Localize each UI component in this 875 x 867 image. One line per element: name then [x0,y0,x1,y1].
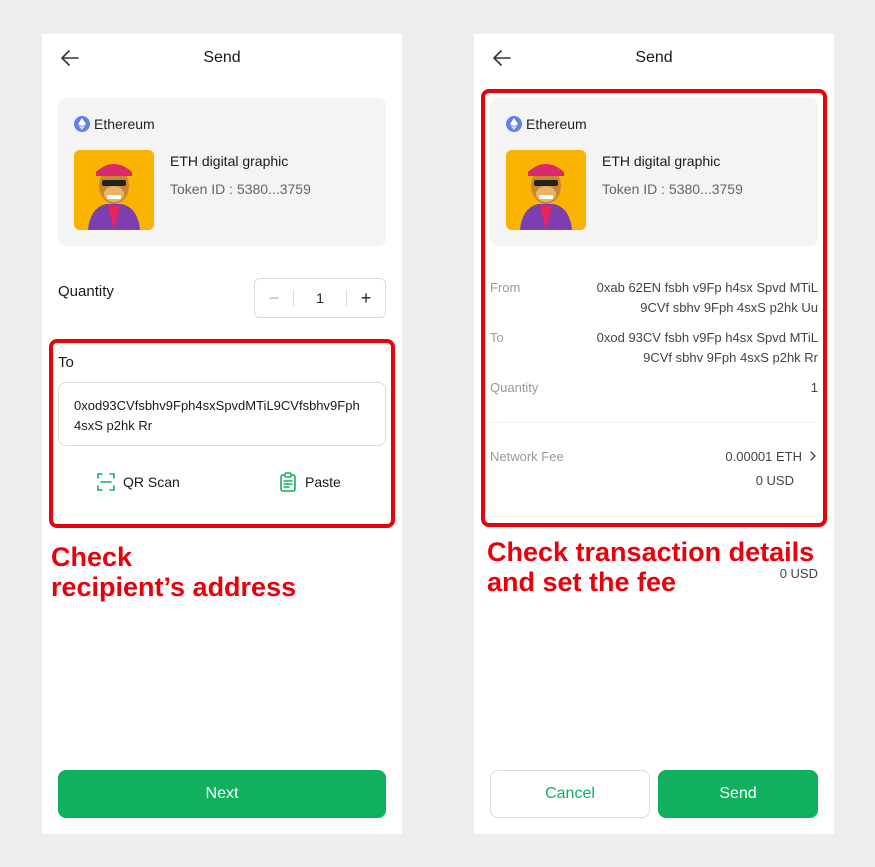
page-title: Send [203,49,241,66]
minus-icon[interactable]: − [255,279,293,317]
cancel-button[interactable]: Cancel [490,770,650,818]
annotation-recipient: Check recipient’s address [51,542,297,602]
nft-card: Ethereum ETH digital graphic Token ID : … [58,98,386,246]
ethereum-icon [74,116,90,132]
token-id: Token ID : 5380...3759 [170,181,311,197]
chain-row: Ethereum [74,116,155,132]
quantity-value[interactable]: 1 [294,290,346,306]
annotation-details: Check transaction details and set the fe… [487,537,815,597]
quantity-stepper: − 1 + [254,278,386,318]
page-title: Send [635,49,673,66]
plus-icon[interactable]: + [347,279,385,317]
chain-name: Ethereum [94,116,155,132]
next-button[interactable]: Next [58,770,386,818]
nft-thumbnail [74,150,154,230]
details-highlight-box [481,89,827,527]
header: Send [474,34,834,82]
recipient-highlight-box [49,339,395,528]
nft-name: ETH digital graphic [170,153,289,169]
header: Send [42,34,402,82]
send-button[interactable]: Send [658,770,818,818]
quantity-label: Quantity [58,283,114,300]
